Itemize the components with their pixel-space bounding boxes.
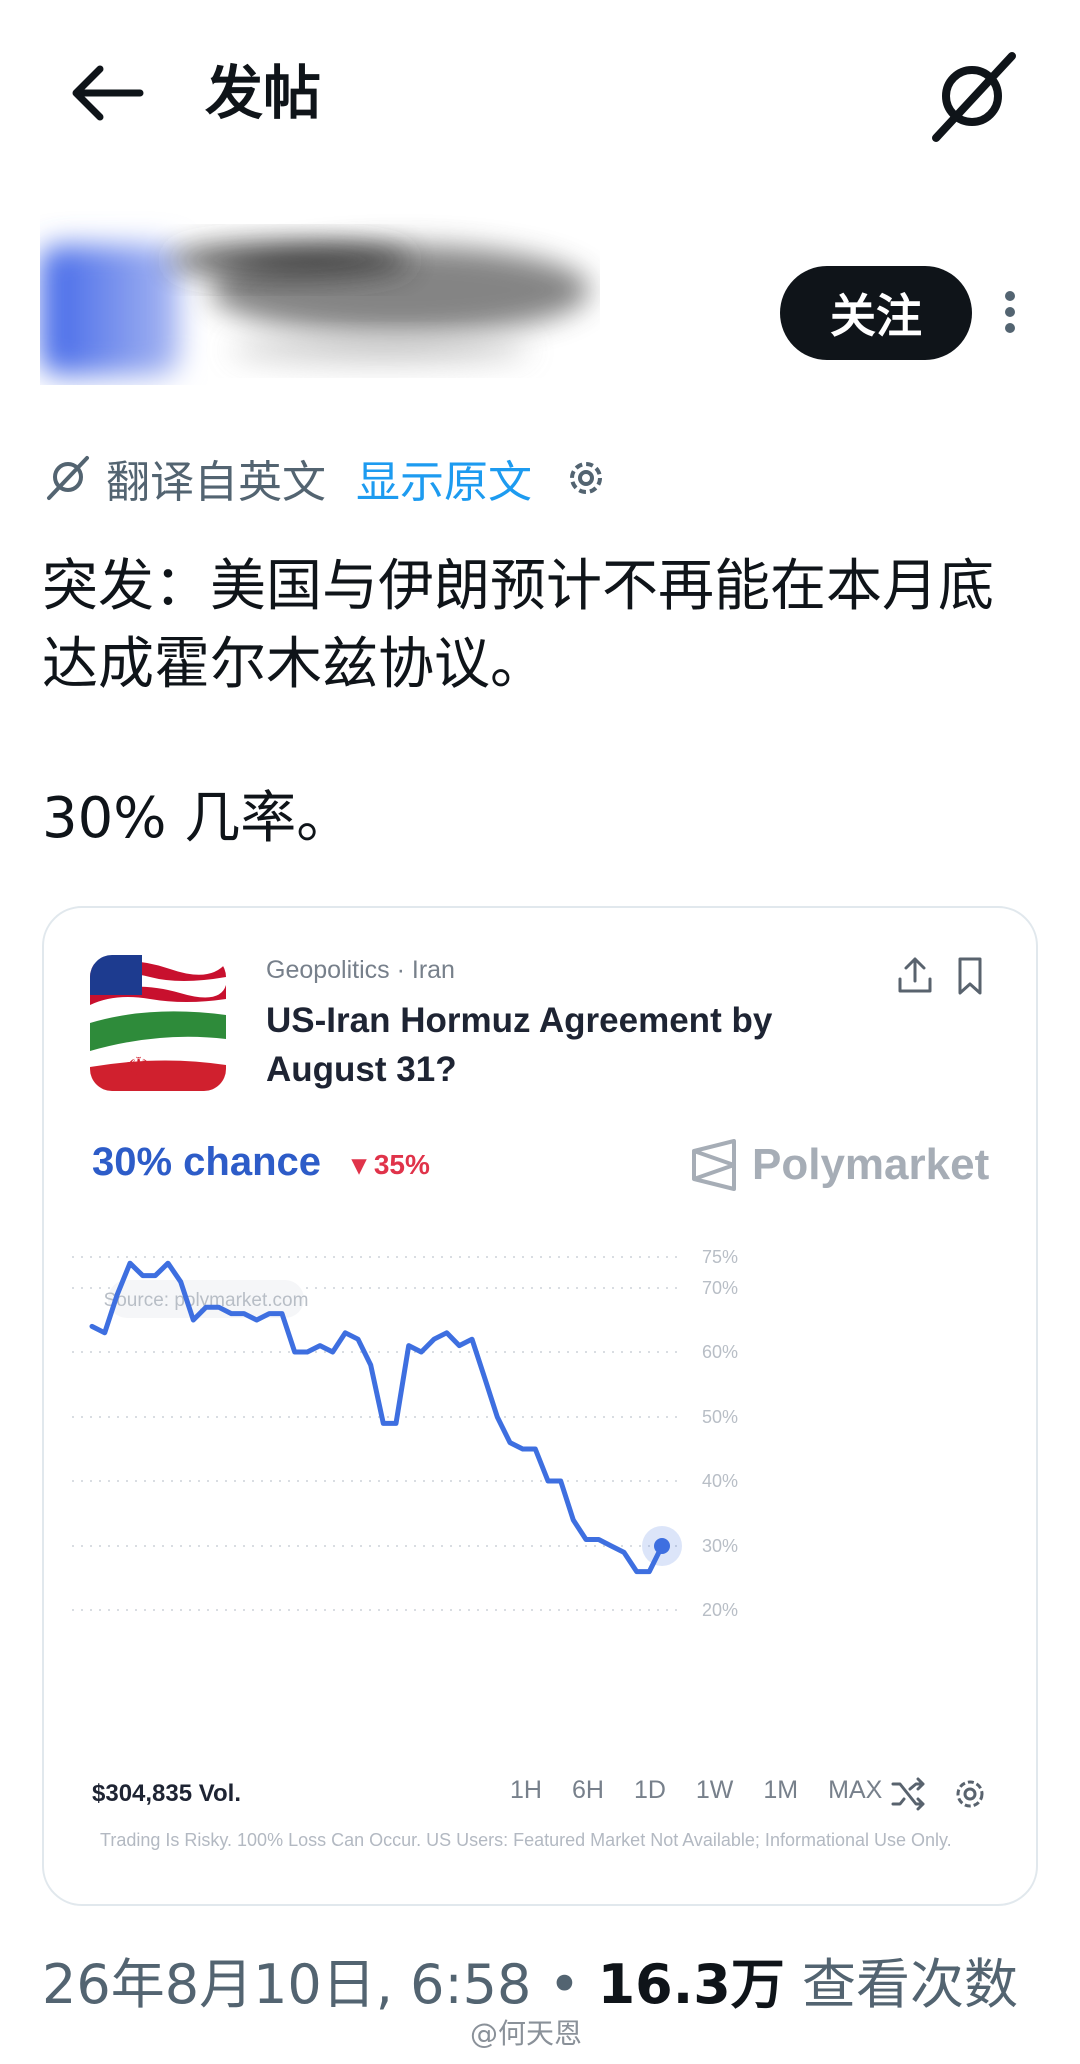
range-6h[interactable]: 6H (572, 1776, 604, 1805)
follow-button[interactable]: 关注 (780, 266, 972, 360)
bookmark-icon[interactable] (952, 955, 988, 997)
translation-bar: 翻译自英文 显示原文 (42, 448, 610, 508)
volume-label: $304,835 Vol. (92, 1780, 241, 1807)
y-tick-label: 70% (702, 1278, 738, 1298)
translation-label: 翻译自英文 (106, 457, 326, 508)
polymarket-logo-icon (692, 1139, 736, 1191)
share-icon[interactable] (896, 955, 934, 997)
author-info-blurred[interactable] (40, 200, 600, 385)
current-point[interactable] (654, 1538, 670, 1554)
us-iran-flag-image: ☫ (90, 955, 226, 1091)
grok-button[interactable] (920, 48, 1020, 148)
y-tick-label: 30% (702, 1536, 738, 1556)
range-1w[interactable]: 1W (696, 1776, 734, 1805)
svg-text:☫: ☫ (126, 1051, 151, 1084)
shuffle-icon[interactable] (890, 1776, 926, 1812)
post-datetime: 26年8月10日, 6:58 (42, 1953, 532, 2016)
range-1d[interactable]: 1D (634, 1776, 666, 1805)
post-text-probability: 30% 几率。 (42, 786, 353, 851)
polymarket-logo: Polymarket (690, 1137, 1000, 1193)
post-text: 突发：美国与伊朗预计不再能在本月底达成霍尔木兹协议。 (42, 554, 994, 697)
range-max[interactable]: MAX (828, 1776, 882, 1805)
show-original-link[interactable]: 显示原文 (356, 446, 532, 510)
y-tick-label: 40% (702, 1471, 738, 1491)
watermark: @何天恩 (470, 2017, 583, 2050)
more-options-icon[interactable] (995, 285, 1025, 345)
views-label: 查看次数 (801, 1953, 1018, 2016)
back-button[interactable] (70, 58, 150, 128)
range-1h[interactable]: 1H (510, 1776, 542, 1805)
page-title: 发帖 (205, 59, 322, 127)
views-count: 16.3万 (597, 1953, 785, 2016)
chance-delta: ▾ 35% (352, 1149, 430, 1180)
y-tick-label: 20% (702, 1600, 738, 1620)
time-range-tabs: 1H 6H 1D 1W 1M MAX (510, 1776, 912, 1805)
y-tick-label: 60% (702, 1342, 738, 1362)
arrow-left-icon (72, 65, 144, 121)
grok-icon (47, 456, 89, 500)
y-tick-label: 75% (702, 1247, 738, 1267)
gear-icon[interactable] (562, 454, 610, 502)
probability-chart[interactable]: 75%70%60%50%40%30%20% Source: polymarket… (42, 1230, 1038, 1750)
y-tick-label: 50% (702, 1407, 738, 1427)
meta-separator: • (548, 1953, 598, 2016)
disclaimer: Trading Is Risky. 100% Loss Can Occur. U… (100, 1830, 952, 1850)
chance-value: 30% chance (92, 1140, 322, 1184)
market-question[interactable]: US-Iran Hormuz Agreement by August 31? (266, 996, 866, 1094)
polymarket-wordmark: Polymarket (752, 1140, 990, 1189)
market-category: Geopolitics · Iran (266, 956, 455, 984)
post-meta: 26年8月10日, 6:58 • 16.3万 查看次数 (42, 1940, 1018, 2019)
chart-settings-icon[interactable] (952, 1776, 988, 1812)
grok-icon (932, 52, 1016, 142)
range-1m[interactable]: 1M (763, 1776, 798, 1805)
